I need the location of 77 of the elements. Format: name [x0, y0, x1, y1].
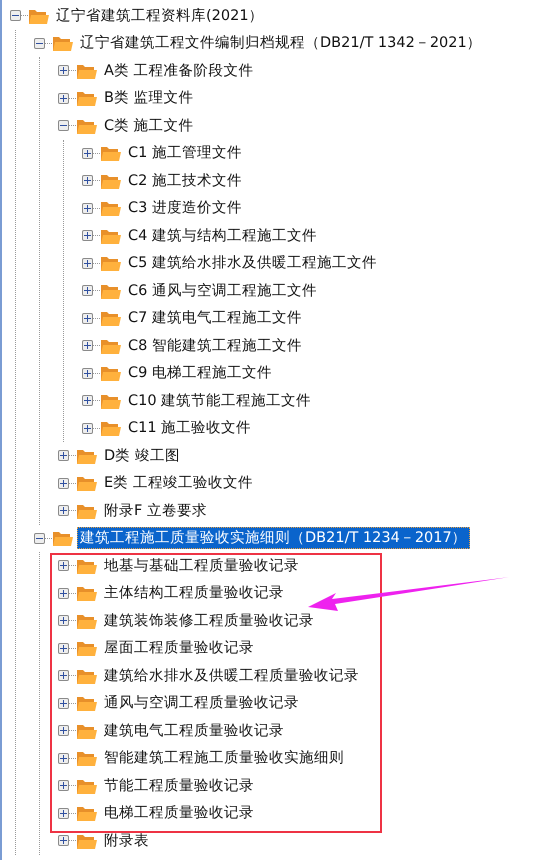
folder-icon	[76, 639, 98, 658]
folder-icon	[52, 34, 74, 52]
tree-item[interactable]: D类 竣工图	[101, 444, 183, 467]
expand-toggle[interactable]	[58, 780, 69, 792]
tree-item[interactable]: C5 建筑给水排水及供暖工程施工文件	[125, 252, 380, 274]
expand-toggle[interactable]	[58, 560, 69, 572]
tree-item[interactable]: C1 施工管理文件	[125, 142, 245, 164]
folder-icon	[76, 474, 98, 492]
folder-icon	[100, 254, 122, 272]
tree-item[interactable]: 附录F 立卷要求	[101, 500, 210, 522]
expand-toggle[interactable]	[82, 230, 93, 242]
expand-toggle[interactable]	[82, 422, 93, 434]
expand-toggle[interactable]	[82, 395, 93, 406]
tree-item[interactable]: 建筑工程施工质量验收实施细则（DB21/T 1234－2017）	[77, 527, 470, 550]
folder-icon	[100, 364, 122, 382]
folder-icon	[100, 419, 122, 438]
tree-item[interactable]: 辽宁省建筑工程文件编制归档规程（DB21/T 1342－2021）	[77, 32, 485, 54]
folder-icon	[100, 199, 122, 218]
expand-toggle[interactable]	[58, 478, 69, 489]
expand-toggle[interactable]	[58, 698, 69, 709]
tree-item[interactable]: 主体结构工程质量验收记录	[101, 582, 287, 604]
folder-icon	[76, 584, 98, 602]
tree-item[interactable]: E类 工程竣工验收文件	[101, 472, 256, 494]
expand-toggle[interactable]	[82, 312, 93, 324]
tree-item[interactable]: 附录表	[101, 830, 152, 852]
tree-item[interactable]: C类 施工文件	[101, 114, 197, 137]
expand-toggle[interactable]	[58, 92, 69, 104]
expand-toggle[interactable]	[82, 285, 93, 296]
tree-item[interactable]: 建筑电气工程质量验收记录	[101, 720, 287, 742]
tree-item[interactable]: C3 进度造价文件	[125, 197, 245, 220]
expand-toggle[interactable]	[58, 725, 69, 736]
expand-toggle[interactable]	[58, 120, 69, 132]
tree-item[interactable]: 建筑给水排水及供暖工程质量验收记录	[101, 664, 362, 687]
folder-icon	[100, 144, 122, 162]
folder-icon	[76, 89, 98, 108]
expand-toggle[interactable]	[82, 202, 93, 214]
expand-toggle[interactable]	[82, 368, 93, 379]
expand-toggle[interactable]	[82, 340, 93, 352]
expand-toggle[interactable]	[58, 642, 69, 654]
tree-item[interactable]: C9 电梯工程施工文件	[125, 362, 275, 384]
tree-item[interactable]: C11 施工验收文件	[125, 417, 254, 440]
tree-item[interactable]: 通风与空调工程质量验收记录	[101, 692, 302, 714]
expand-toggle[interactable]	[58, 505, 69, 516]
tree-item[interactable]: C6 通风与空调工程施工文件	[125, 280, 320, 302]
expand-toggle[interactable]	[58, 835, 69, 846]
tree-item[interactable]: C2 施工技术文件	[125, 170, 245, 192]
expand-toggle[interactable]	[34, 38, 45, 49]
folder-icon	[76, 749, 98, 768]
expand-toggle[interactable]	[58, 615, 69, 626]
tree-item[interactable]: 节能工程质量验收记录	[101, 774, 257, 797]
tree-item[interactable]: C4 建筑与结构工程施工文件	[125, 224, 320, 247]
tree-item[interactable]: 屋面工程质量验收记录	[101, 637, 257, 660]
tree-item[interactable]: C7 建筑电气工程施工文件	[125, 307, 305, 330]
expand-toggle[interactable]	[58, 588, 69, 599]
folder-icon	[100, 309, 122, 328]
expand-toggle[interactable]	[58, 752, 69, 764]
expand-toggle[interactable]	[34, 532, 45, 544]
expand-toggle[interactable]	[58, 670, 69, 682]
expand-toggle[interactable]	[82, 175, 93, 186]
tree-item[interactable]: 电梯工程质量验收记录	[101, 802, 257, 824]
expand-toggle[interactable]	[82, 258, 93, 269]
tree-item[interactable]: 辽宁省建筑工程资料库(2021）	[53, 4, 267, 27]
folder-icon	[52, 529, 74, 548]
expand-toggle[interactable]	[58, 808, 69, 819]
tree-item[interactable]: 地基与基础工程质量验收记录	[101, 554, 302, 577]
folder-icon	[76, 694, 98, 712]
tree-item[interactable]: A类 工程准备阶段文件	[101, 60, 257, 82]
expand-toggle[interactable]	[58, 65, 69, 76]
tree-item[interactable]: C8 智能建筑工程施工文件	[125, 334, 305, 357]
tree-item[interactable]: 建筑装饰装修工程质量验收记录	[101, 610, 317, 632]
expand-toggle[interactable]	[58, 450, 69, 462]
folder-icon	[76, 804, 98, 822]
tree-item[interactable]: 智能建筑工程施工质量验收实施细则	[101, 747, 347, 770]
expand-toggle[interactable]	[82, 148, 93, 159]
expand-toggle[interactable]	[10, 10, 21, 22]
tree-item[interactable]: B类 监理文件	[101, 87, 197, 110]
tree-item[interactable]: C10 建筑节能工程施工文件	[125, 390, 314, 412]
